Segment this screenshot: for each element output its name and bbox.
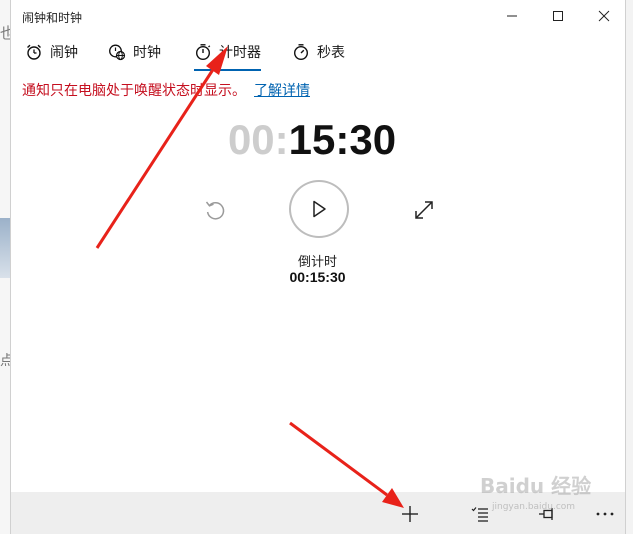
add-timer-button[interactable] [396, 500, 424, 528]
reset-button[interactable] [203, 198, 227, 222]
background-thumbnail [0, 218, 10, 278]
watermark-url: jingyan.baidu.com [492, 502, 576, 512]
select-timers-button[interactable] [466, 500, 494, 528]
play-button[interactable] [289, 180, 349, 238]
tab-world-clock-label: 时钟 [133, 44, 161, 60]
notice-text: 通知只在电脑处于唤醒状态时显示。 [22, 82, 246, 98]
window-title: 闹钟和时钟 [22, 11, 83, 25]
timer-name: 倒计时 [297, 254, 337, 269]
background-window: 也 点 [0, 0, 15, 534]
maximize-button[interactable] [535, 0, 581, 32]
tab-alarm-label: 闹钟 [50, 44, 78, 60]
watermark-logo: Baidu 经验 [480, 474, 592, 498]
alarms-clock-window: 闹钟和时钟 闹钟 时钟 计时器 秒表 通知只在电脑处于唤醒状态时显示。 了解详情… [10, 0, 626, 534]
tab-bar: 闹钟 时钟 计时器 秒表 [11, 36, 625, 71]
minimize-icon [507, 15, 517, 17]
timer-display-hours: 00: [227, 116, 289, 163]
expand-icon [415, 201, 433, 219]
more-options-button[interactable] [591, 500, 619, 528]
timer-display: 00:15:30 [11, 116, 625, 164]
expand-button[interactable] [412, 198, 436, 222]
more-icon [596, 512, 614, 516]
timer-controls [11, 180, 625, 238]
tab-stopwatch-label: 秒表 [317, 44, 345, 60]
close-icon [598, 10, 610, 22]
tab-timer[interactable]: 计时器 [194, 36, 261, 71]
learn-more-link[interactable]: 了解详情 [254, 82, 310, 98]
world-clock-icon [109, 44, 126, 61]
tab-stopwatch[interactable]: 秒表 [292, 36, 345, 68]
tab-timer-label: 计时器 [219, 44, 261, 60]
multi-select-icon [471, 507, 488, 522]
tab-alarm[interactable]: 闹钟 [25, 36, 78, 68]
close-button[interactable] [581, 0, 627, 32]
stopwatch-icon [293, 44, 309, 61]
timer-icon [195, 44, 211, 61]
timer-value: 00:15:30 [289, 269, 346, 285]
title-bar[interactable]: 闹钟和时钟 [11, 0, 625, 32]
add-icon [402, 506, 418, 522]
reset-icon [205, 201, 225, 220]
play-icon [313, 200, 326, 218]
notification-notice: 通知只在电脑处于唤醒状态时显示。 了解详情 [22, 80, 310, 100]
alarm-clock-icon [27, 44, 41, 60]
selected-tab-indicator [194, 69, 261, 71]
maximize-icon [553, 11, 563, 21]
timer-display-minutes-seconds: 15:30 [288, 116, 397, 163]
minimize-button[interactable] [489, 0, 535, 32]
tab-world-clock[interactable]: 时钟 [108, 36, 161, 68]
